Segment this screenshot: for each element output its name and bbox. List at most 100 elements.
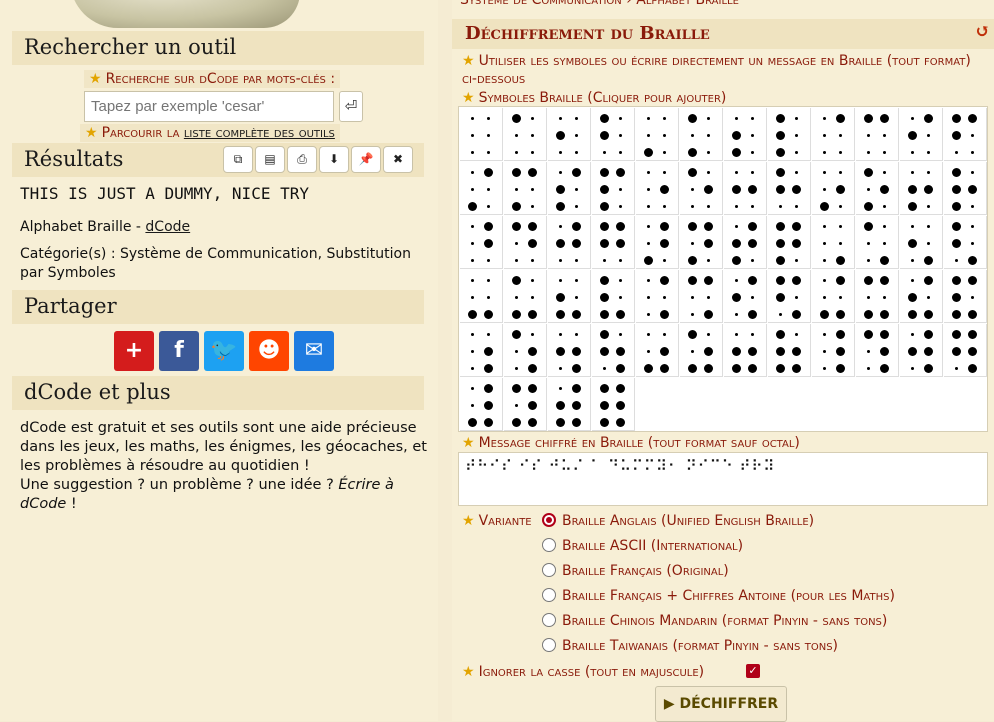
- braille-symbol-button[interactable]: [592, 216, 635, 269]
- braille-symbol-button[interactable]: [636, 324, 679, 377]
- braille-symbol-button[interactable]: [812, 216, 855, 269]
- braille-symbol-button[interactable]: [592, 378, 635, 431]
- search-submit-button[interactable]: ⏎: [339, 91, 363, 122]
- braille-dot-raised: [615, 363, 625, 373]
- facebook-share-icon[interactable]: f: [159, 331, 199, 371]
- dcode-link[interactable]: dCode: [145, 219, 190, 235]
- variant-radio-1[interactable]: Braille ASCII (International): [542, 538, 743, 558]
- braille-symbol-button[interactable]: [592, 162, 635, 215]
- variant-radio-4[interactable]: Braille Chinois Mandarin (format Pinyin …: [542, 613, 887, 633]
- braille-symbol-button[interactable]: [856, 270, 899, 323]
- addthis-share-icon[interactable]: +: [114, 331, 154, 371]
- decipher-button[interactable]: ▶ DÉCHIFFRER: [655, 686, 787, 722]
- braille-symbol-button[interactable]: [548, 108, 591, 161]
- braille-symbol-button[interactable]: [680, 270, 723, 323]
- braille-symbol-button[interactable]: [856, 216, 899, 269]
- braille-symbol-button[interactable]: [592, 270, 635, 323]
- print-icon[interactable]: ⎙: [287, 146, 317, 173]
- braille-symbol-button[interactable]: [812, 324, 855, 377]
- braille-symbol-button[interactable]: [636, 108, 679, 161]
- braille-dot-raised: [599, 184, 609, 194]
- braille-symbol-button[interactable]: [504, 270, 547, 323]
- braille-symbol-button[interactable]: [636, 216, 679, 269]
- braille-symbol-button[interactable]: [768, 162, 811, 215]
- braille-symbol-button[interactable]: [944, 270, 987, 323]
- variant-radio-3[interactable]: Braille Français + Chiffres Antoine (pou…: [542, 588, 895, 608]
- braille-symbol-button[interactable]: [460, 108, 503, 161]
- braille-symbol-button[interactable]: [900, 108, 943, 161]
- braille-symbol-button[interactable]: [592, 324, 635, 377]
- braille-symbol-button[interactable]: [900, 162, 943, 215]
- braille-symbol-button[interactable]: [680, 324, 723, 377]
- search-input[interactable]: [84, 91, 334, 122]
- braille-symbol-button[interactable]: [460, 270, 503, 323]
- braille-symbol-button[interactable]: [504, 216, 547, 269]
- braille-symbol-button[interactable]: [768, 216, 811, 269]
- twitter-share-icon[interactable]: 🐦: [204, 331, 244, 371]
- braille-symbol-button[interactable]: [548, 324, 591, 377]
- braille-symbol-button[interactable]: [768, 108, 811, 161]
- braille-symbol-button[interactable]: [460, 162, 503, 215]
- braille-symbol-button[interactable]: [504, 108, 547, 161]
- braille-symbol-button[interactable]: [504, 378, 547, 431]
- braille-symbol-button[interactable]: [768, 324, 811, 377]
- radio-selected[interactable]: [542, 513, 556, 527]
- braille-symbol-button[interactable]: [460, 324, 503, 377]
- braille-symbol-button[interactable]: [548, 270, 591, 323]
- braille-dot-raised: [687, 363, 697, 373]
- braille-symbol-button[interactable]: [636, 270, 679, 323]
- copy-icon[interactable]: ⧉: [223, 146, 253, 173]
- braille-symbol-button[interactable]: [724, 162, 767, 215]
- email-share-icon[interactable]: ✉: [294, 331, 334, 371]
- pin-icon[interactable]: 📌: [351, 146, 381, 173]
- braille-symbol-button[interactable]: [680, 108, 723, 161]
- variant-radio-0[interactable]: Braille Anglais (Unified English Braille…: [542, 513, 814, 533]
- braille-symbol-button[interactable]: [460, 378, 503, 431]
- reddit-share-icon[interactable]: ☻: [249, 331, 289, 371]
- variant-radio-2[interactable]: Braille Français (Original): [542, 563, 729, 583]
- braille-symbol-button[interactable]: [812, 108, 855, 161]
- braille-symbol-button[interactable]: [944, 162, 987, 215]
- braille-symbol-button[interactable]: [900, 324, 943, 377]
- braille-symbol-button[interactable]: [856, 162, 899, 215]
- braille-symbol-button[interactable]: [636, 162, 679, 215]
- refresh-icon[interactable]: ↺: [975, 21, 990, 42]
- braille-symbol-button[interactable]: [768, 270, 811, 323]
- braille-symbol-button[interactable]: [592, 108, 635, 161]
- braille-symbol-button[interactable]: [504, 162, 547, 215]
- braille-symbol-button[interactable]: [856, 324, 899, 377]
- braille-symbol-button[interactable]: [680, 216, 723, 269]
- ignore-case-checkbox[interactable]: ✓: [746, 664, 760, 678]
- braille-symbol-button[interactable]: [504, 324, 547, 377]
- variant-radio-5[interactable]: Braille Taiwanais (format Pinyin - sans …: [542, 638, 838, 658]
- braille-symbol-button[interactable]: [724, 324, 767, 377]
- download-icon[interactable]: ⬇: [319, 146, 349, 173]
- braille-symbol-button[interactable]: [944, 108, 987, 161]
- close-icon[interactable]: ✖: [383, 146, 413, 173]
- braille-dot-flat: [574, 150, 578, 154]
- breadcrumb[interactable]: Système de Communication › Alphabet Brai…: [460, 0, 739, 8]
- braille-symbol-button[interactable]: [812, 162, 855, 215]
- result-category: Catégorie(s) : Système de Communication,…: [20, 246, 411, 281]
- braille-symbol-button[interactable]: [548, 378, 591, 431]
- braille-symbol-button[interactable]: [548, 162, 591, 215]
- braille-symbol-button[interactable]: [548, 216, 591, 269]
- more-title: dCode et plus: [12, 376, 424, 410]
- browse-tools-link[interactable]: liste complète des outils: [184, 125, 335, 141]
- braille-symbol-button[interactable]: [900, 216, 943, 269]
- braille-symbol-button[interactable]: [900, 270, 943, 323]
- clipboard-icon[interactable]: ▤: [255, 146, 285, 173]
- braille-symbol-button[interactable]: [680, 162, 723, 215]
- braille-dot-flat: [926, 295, 930, 299]
- braille-symbol-button[interactable]: [944, 216, 987, 269]
- braille-symbol-button[interactable]: [724, 270, 767, 323]
- braille-symbol-button[interactable]: [724, 216, 767, 269]
- page-title: Déchiffrement du Braille ↺: [452, 19, 994, 49]
- braille-symbol-button[interactable]: [856, 108, 899, 161]
- braille-symbol-button[interactable]: [812, 270, 855, 323]
- braille-symbol-button[interactable]: [460, 216, 503, 269]
- braille-message-input[interactable]: ⠞⠓⠊⠎ ⠊⠎ ⠚⠥⠌ ⠁ ⠙⠥⠍⠍⠽⠂ ⠝⠊⠉⠑ ⠞⠗⠽: [458, 452, 988, 506]
- braille-dot-flat: [866, 349, 870, 353]
- braille-symbol-button[interactable]: [724, 108, 767, 161]
- braille-symbol-button[interactable]: [944, 324, 987, 377]
